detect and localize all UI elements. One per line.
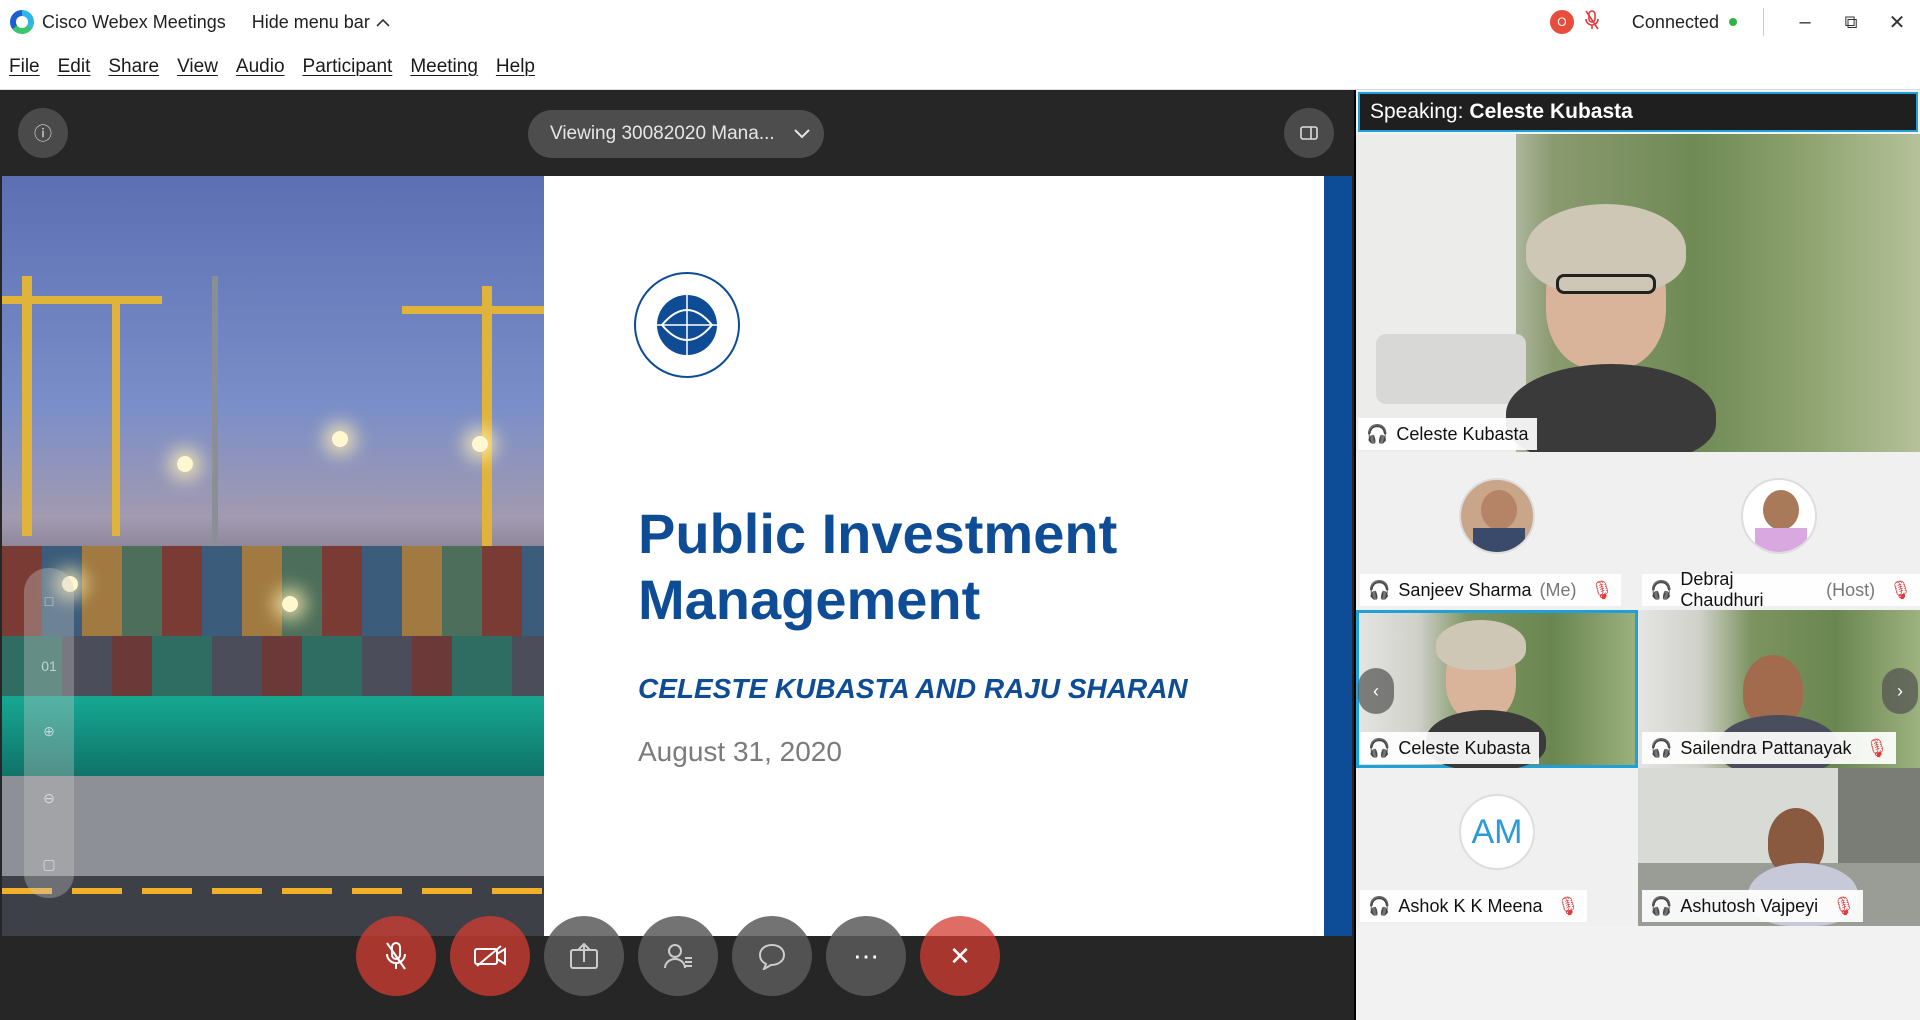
menu-audio[interactable]: Audio [236,56,285,78]
participant-tile[interactable]: AM 🎧 Ashok K K Meena 🎙 [1356,768,1638,926]
webex-logo-icon [10,10,34,34]
chat-button[interactable] [732,916,812,996]
avatar [1459,478,1535,554]
end-meeting-button[interactable]: ✕ [920,916,1000,996]
headset-icon: 🎧 [1366,423,1389,444]
viewing-dropdown[interactable]: Viewing 30082020 Mana... [528,110,824,158]
muted-mic-icon: 🎙 [1832,895,1856,916]
participant-namebar: 🎧 Celeste Kubasta [1360,732,1539,764]
connection-label: Connected [1631,11,1719,32]
speaking-prefix: Speaking: [1370,100,1464,123]
divider [1763,8,1764,36]
participant-namebar: 🎧 Sailendra Pattanayak 🎙 [1642,732,1897,764]
fit-page-icon[interactable]: □ [45,593,53,609]
zoom-in-icon[interactable]: ⊕ [43,723,55,740]
participants-button[interactable] [638,916,718,996]
title-bar: Cisco Webex Meetings Hide menu bar O Con… [0,0,1920,44]
menu-participant[interactable]: Participant [303,56,393,78]
video-panel: Speaking: Celeste Kubasta 🎧 Celeste Kuba… [1356,90,1920,1020]
participant-tile[interactable]: 🎧 Celeste Kubasta [1356,610,1638,768]
avatar [1741,478,1817,554]
menu-meeting[interactable]: Meeting [410,56,478,78]
share-content-button[interactable] [544,916,624,996]
headset-icon: 🎧 [1368,737,1391,758]
zoom-out-icon[interactable]: ⊖ [43,790,55,807]
participant-name: Celeste Kubasta [1398,737,1531,758]
menu-file[interactable]: File [9,56,40,78]
page-indicator: 01 [41,658,57,675]
hide-menu-bar-button[interactable]: Hide menu bar [252,12,390,33]
imf-logo-icon [634,272,740,378]
headset-icon: 🎧 [1368,579,1391,600]
menu-help[interactable]: Help [496,56,535,78]
info-icon[interactable]: ⓘ [18,108,68,158]
participant-name: Sailendra Pattanayak [1680,737,1852,758]
participant-name: Sanjeev Sharma [1398,579,1532,600]
menu-edit[interactable]: Edit [58,56,91,78]
active-speaker-bar: Speaking: Celeste Kubasta [1358,92,1918,132]
participant-role: (Me) [1539,579,1577,600]
slide-date: August 31, 2020 [638,736,842,767]
slide-accent-band [1324,176,1352,936]
headset-icon: 🎧 [1650,737,1673,758]
slide-authors: CELESTE KUBASTA AND RAJU SHARAN [638,673,1188,704]
hide-menu-label: Hide menu bar [251,11,370,32]
headset-icon: 🎧 [1650,895,1673,916]
initials-avatar: AM [1459,794,1535,870]
scroll-left-icon[interactable]: ‹ [1358,668,1394,714]
layout-panel-icon[interactable] [1284,108,1334,158]
zoom-toolbar: □ 01 ⊕ ⊖ ▢ [24,568,74,898]
mute-button[interactable] [356,916,436,996]
active-speaker-video[interactable]: 🎧 Celeste Kubasta [1356,134,1920,452]
participant-role: (Host) [1826,579,1876,600]
slide-title: Public Investment Management [638,501,1258,633]
slide-title-line2: Management [638,568,981,631]
participant-tile[interactable]: 🎧 Ashutosh Vajpeyi 🎙 [1638,768,1920,926]
expand-icon[interactable]: ▢ [42,856,55,873]
chevron-down-icon [793,123,811,145]
muted-mic-icon[interactable] [1584,9,1600,36]
chevron-up-icon [376,12,390,33]
headset-icon: 🎧 [1368,895,1391,916]
connection-status[interactable]: Connected [1632,12,1737,33]
shared-slide: □ 01 ⊕ ⊖ ▢ Public Investment Management … [2,176,1352,936]
participant-name: Debraj Chaudhuri [1680,569,1764,610]
meeting-controls: ⋯ ✕ [356,916,1000,996]
menu-view[interactable]: View [177,56,218,78]
scroll-right-icon[interactable]: › [1882,668,1918,714]
participant-name: Ashutosh Vajpeyi [1680,895,1819,916]
stop-video-button[interactable] [450,916,530,996]
more-options-button[interactable]: ⋯ [826,916,906,996]
slide-title-line1: Public Investment [638,502,1118,565]
muted-mic-icon: 🎙 [1556,895,1580,916]
menu-share[interactable]: Share [108,56,159,78]
headset-icon: 🎧 [1650,579,1673,600]
content-stage: ⓘ Viewing 30082020 Mana... □ 01 ⊕ ⊖ ▢ Pu… [0,90,1354,1020]
participant-name: Ashok K K Meena [1398,895,1543,916]
recording-indicator-icon[interactable]: O [1549,10,1574,34]
speaking-name: Celeste Kubasta [1469,100,1633,123]
participant-namebar: 🎧 Debraj Chaudhuri (Host) 🎙 [1642,569,1920,610]
app-name: Cisco Webex Meetings [42,11,226,32]
close-icon[interactable]: ✕ [1874,0,1920,44]
muted-mic-icon: 🎙 [1889,579,1912,600]
port-photo [2,176,544,936]
participant-tile[interactable]: 🎧 Sanjeev Sharma (Me) 🎙 [1356,452,1638,610]
participant-tile[interactable]: 🎧 Debraj Chaudhuri (Host) 🎙 [1638,452,1920,610]
participant-namebar: 🎧 Ashutosh Vajpeyi 🎙 [1642,890,1864,922]
participant-tile[interactable]: 🎧 Sailendra Pattanayak 🎙 [1638,610,1920,768]
restore-icon[interactable]: ⧉ [1828,0,1874,44]
participant-namebar: 🎧 Sanjeev Sharma (Me) 🎙 [1360,574,1622,606]
muted-mic-icon: 🎙 [1590,579,1614,600]
minimize-icon[interactable]: – [1782,0,1828,44]
participant-namebar: 🎧 Ashok K K Meena 🎙 [1360,890,1588,922]
muted-mic-icon: 🎙 [1865,737,1889,758]
menu-bar: File Edit Share View Audio Participant M… [0,44,1920,90]
active-speaker-name: Celeste Kubasta [1396,423,1529,444]
active-speaker-namebar: 🎧 Celeste Kubasta [1358,418,1537,450]
connection-dot-icon [1729,18,1737,26]
viewing-label: Viewing 30082020 Mana... [550,123,775,144]
